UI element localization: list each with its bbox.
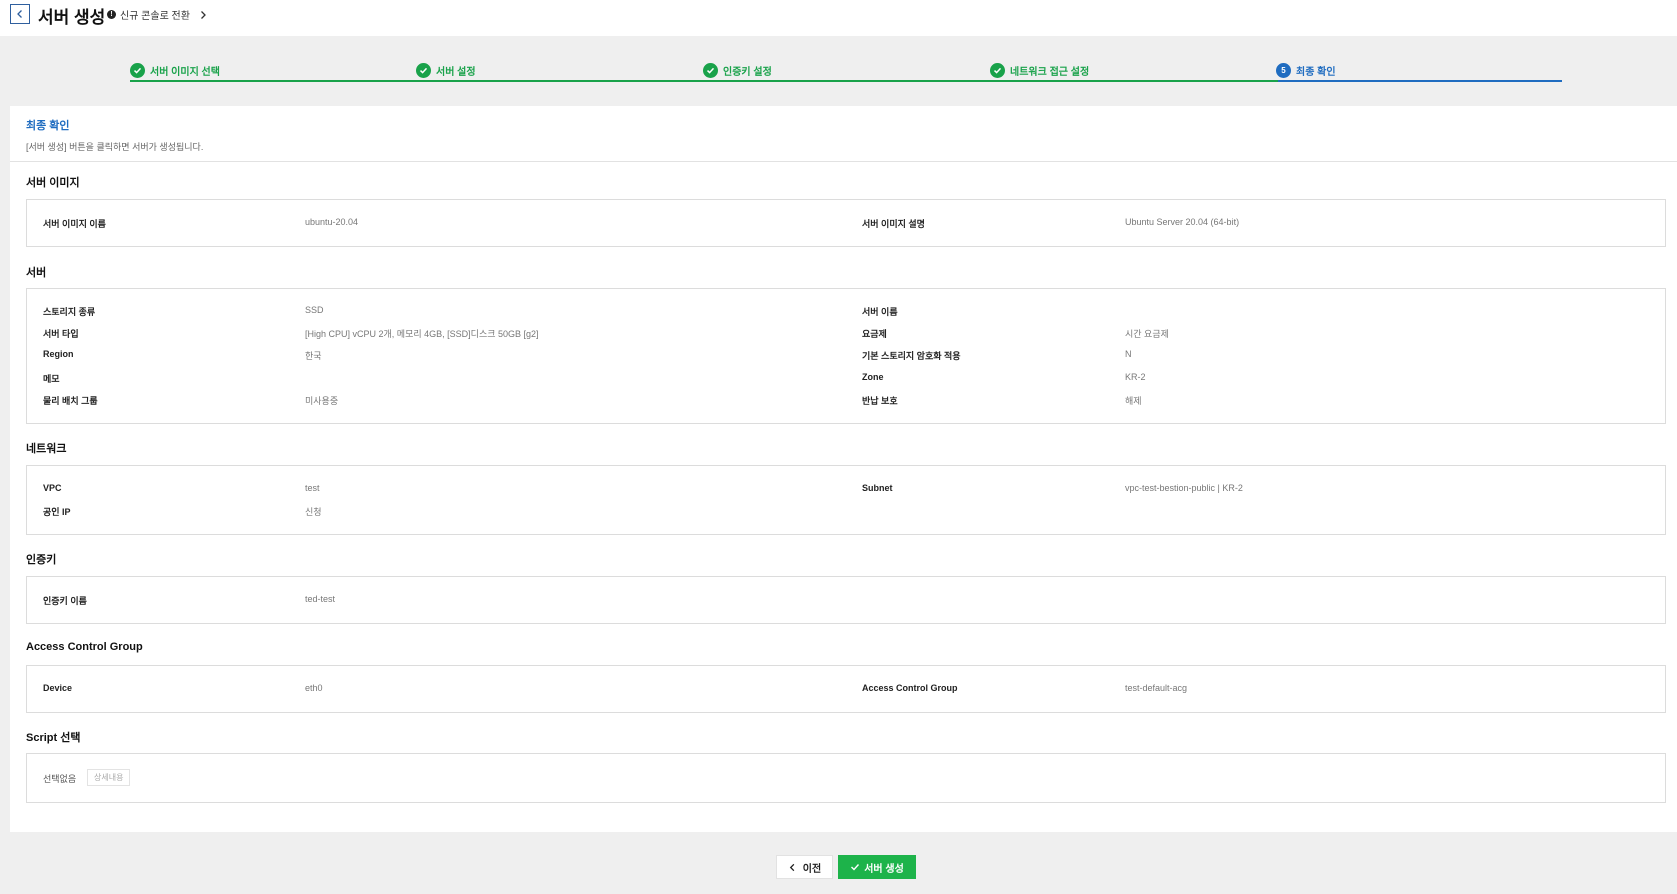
field-label: Access Control Group [862, 683, 958, 693]
field-value: test-default-acg [1125, 683, 1188, 693]
new-console-link[interactable]: ! 신규 콘솔로 전환 [107, 7, 208, 22]
field-value: SSD [305, 305, 324, 315]
field-label: 기본 스토리지 암호화 적용 [862, 351, 961, 361]
back-button[interactable] [10, 4, 30, 24]
section-title-script: Script 선택 [26, 732, 81, 744]
info-row: 인증키 이름 ted-test [27, 594, 1665, 608]
info-row: 선택없음 상세내용 [27, 769, 1665, 786]
server-box: 스토리지 종류 SSD 서버 이름 서버 타입 [High CPU] vCPU … [26, 288, 1666, 424]
previous-button[interactable]: 이전 [776, 855, 833, 879]
field-value: 미사용중 [305, 396, 339, 406]
final-confirm-panel: 최종 확인 [서버 생성] 버튼을 클릭하면 서버가 생성됩니다. 서버 이미지… [10, 106, 1677, 832]
check-icon [416, 62, 431, 78]
field-label: Zone [862, 372, 884, 382]
step-label: 서버 이미지 선택 [150, 66, 220, 78]
info-icon: ! [107, 10, 116, 19]
field-value: 시간 요금제 [1125, 329, 1169, 339]
info-row: 서버 이미지 이름 ubuntu-20.04 서버 이미지 설명 Ubuntu … [27, 217, 1665, 231]
field-value: 한국 [305, 351, 322, 361]
field-label: 메모 [43, 374, 60, 384]
info-row: VPC test Subnet vpc-test-bestion-public … [27, 483, 1665, 497]
field-value: 해제 [1125, 396, 1142, 406]
step-server-image: 서버 이미지 선택 [130, 58, 220, 82]
script-value: 선택없음 [43, 774, 77, 784]
field-value: N [1125, 349, 1132, 359]
field-label: 반납 보호 [862, 396, 898, 406]
section-title-auth-key: 인증키 [26, 554, 57, 566]
detail-button[interactable]: 상세내용 [87, 769, 131, 786]
step-number: 5 [1276, 62, 1291, 78]
info-row: 물리 배치 그룹 미사용중 반납 보호 해제 [27, 394, 1665, 408]
network-box: VPC test Subnet vpc-test-bestion-public … [26, 465, 1666, 535]
page-title: 서버 생성 [38, 8, 106, 27]
section-title-server-image: 서버 이미지 [26, 177, 80, 189]
field-value: vpc-test-bestion-public | KR-2 [1125, 483, 1243, 493]
field-label: 서버 이미지 설명 [862, 219, 925, 229]
panel-header: 최종 확인 [서버 생성] 버튼을 클릭하면 서버가 생성됩니다. [10, 106, 1677, 162]
field-value: ubuntu-20.04 [305, 217, 359, 227]
field-value: eth0 [305, 683, 323, 693]
field-label: Device [43, 683, 73, 693]
info-row: Device eth0 Access Control Group test-de… [27, 683, 1665, 697]
check-icon [130, 62, 145, 78]
step-final-confirm: 5 최종 확인 [1276, 58, 1336, 82]
field-label: Subnet [862, 483, 893, 493]
field-value: test [305, 483, 320, 493]
field-label: 서버 이름 [862, 307, 898, 317]
field-label: 서버 타입 [43, 329, 79, 339]
step-indicator: 서버 이미지 선택 서버 설정 인증키 설정 네트워크 접근 설정 5 최종 확… [130, 58, 1562, 82]
check-icon [990, 62, 1005, 78]
page-header: 서버 생성 ! 신규 콘솔로 전환 [0, 0, 1677, 36]
info-row: 메모 Zone KR-2 [27, 372, 1665, 386]
info-row: 서버 타입 [High CPU] vCPU 2개, 메모리 4GB, [SSD]… [27, 327, 1665, 341]
section-title-acg: Access Control Group [26, 641, 143, 653]
field-value: [High CPU] vCPU 2개, 메모리 4GB, [SSD]디스크 50… [305, 329, 539, 339]
check-icon [851, 864, 860, 871]
step-network-access: 네트워크 접근 설정 [990, 58, 1089, 82]
field-value: KR-2 [1125, 372, 1146, 382]
info-row: 스토리지 종류 SSD 서버 이름 [27, 305, 1665, 319]
panel-description: [서버 생성] 버튼을 클릭하면 서버가 생성됩니다. [26, 142, 204, 152]
field-label: 물리 배치 그룹 [43, 396, 98, 406]
step-label: 네트워크 접근 설정 [1010, 66, 1090, 78]
script-box: 선택없음 상세내용 [26, 753, 1666, 803]
step-auth-key: 인증키 설정 [703, 58, 772, 82]
panel-title: 최종 확인 [26, 120, 70, 132]
section-title-server: 서버 [26, 267, 47, 279]
info-row: 공인 IP 신청 [27, 505, 1665, 519]
auth-key-box: 인증키 이름 ted-test [26, 576, 1666, 624]
new-console-label: 신규 콘솔로 전환 [120, 11, 190, 22]
chevron-right-icon [201, 10, 206, 19]
info-row: Region 한국 기본 스토리지 암호화 적용 N [27, 349, 1665, 363]
server-image-box: 서버 이미지 이름 ubuntu-20.04 서버 이미지 설명 Ubuntu … [26, 199, 1666, 247]
field-value: 신청 [305, 507, 322, 517]
field-label: 서버 이미지 이름 [43, 219, 106, 229]
step-label: 최종 확인 [1296, 66, 1336, 78]
step-server-settings: 서버 설정 [416, 58, 476, 82]
step-label: 인증키 설정 [723, 66, 772, 78]
field-value: ted-test [305, 594, 336, 604]
field-label: Region [43, 349, 74, 359]
section-title-network: 네트워크 [26, 443, 67, 455]
field-value: Ubuntu Server 20.04 (64-bit) [1125, 217, 1240, 227]
field-label: 요금제 [862, 329, 887, 339]
previous-label: 이전 [802, 863, 822, 875]
create-server-button[interactable]: 서버 생성 [838, 855, 916, 879]
create-server-label: 서버 생성 [864, 863, 904, 875]
acg-box: Device eth0 Access Control Group test-de… [26, 665, 1666, 713]
step-label: 서버 설정 [436, 66, 476, 78]
field-label: 공인 IP [43, 507, 71, 517]
chevron-left-icon [17, 10, 22, 18]
chevron-left-icon [789, 863, 795, 871]
field-label: VPC [43, 483, 62, 493]
field-label: 인증키 이름 [43, 596, 87, 606]
field-label: 스토리지 종류 [43, 307, 96, 317]
check-icon [703, 62, 718, 78]
